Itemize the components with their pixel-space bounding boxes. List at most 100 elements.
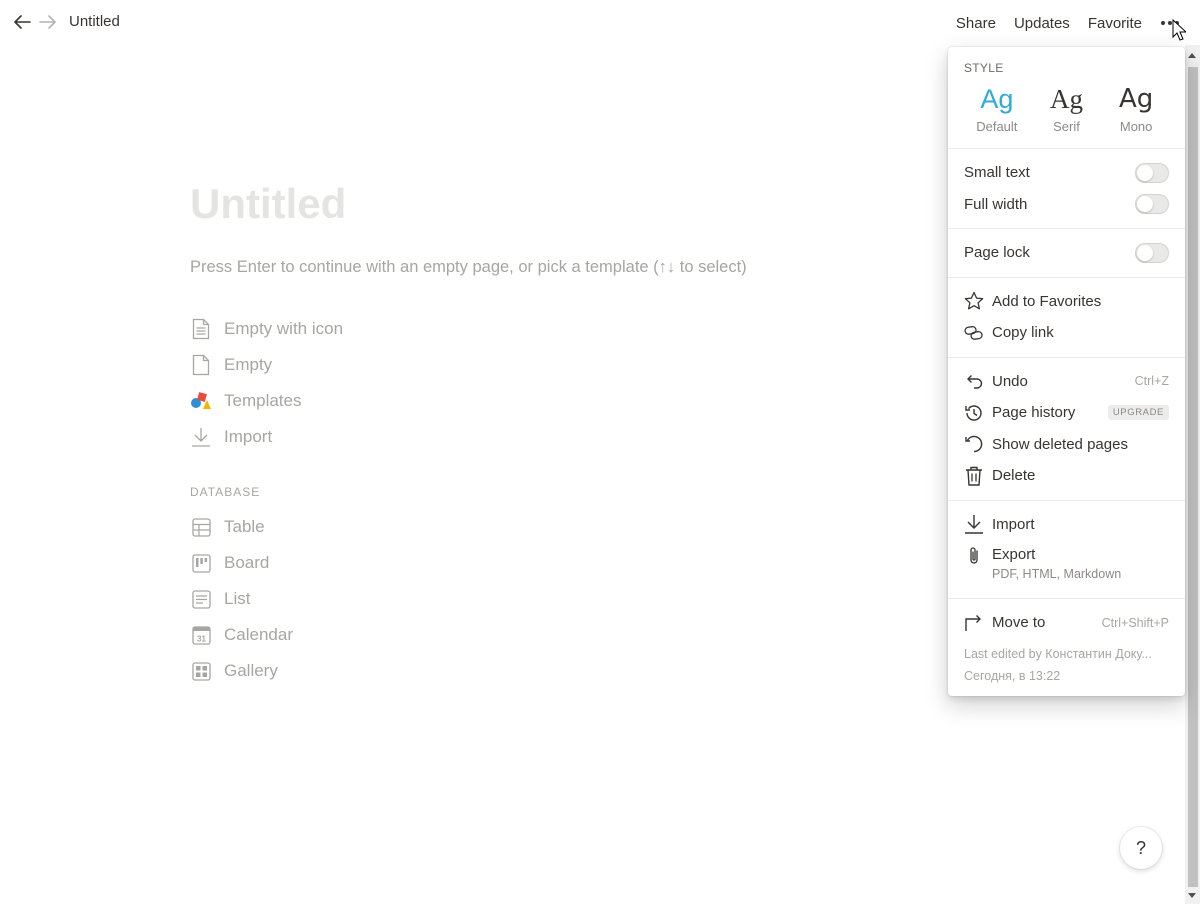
database-list-item[interactable]: List	[190, 581, 590, 617]
template-hint: Press Enter to continue with an empty pa…	[190, 258, 747, 276]
show-deleted-pages-item[interactable]: Show deleted pages	[948, 429, 1185, 461]
move-to-item[interactable]: Move to Ctrl+Shift+P	[948, 607, 1185, 639]
toggle-label: Full width	[964, 195, 1028, 213]
scroll-up-icon[interactable]	[1188, 53, 1196, 58]
mouse-cursor-icon	[1172, 18, 1188, 46]
database-calendar[interactable]: 31 Calendar	[190, 617, 590, 653]
lock-section: Page lock	[948, 229, 1185, 278]
database-gallery[interactable]: Gallery	[190, 653, 590, 689]
menu-item-label: Add to Favorites	[992, 292, 1102, 310]
database-label: Gallery	[224, 661, 278, 680]
page-with-text-icon	[190, 318, 212, 340]
style-section: STYLE Ag Default Ag Serif Ag Mono	[948, 47, 1185, 149]
breadcrumb[interactable]: Untitled	[69, 13, 120, 30]
template-label: Templates	[224, 391, 302, 410]
template-label: Empty	[224, 355, 273, 374]
database-table[interactable]: Table	[190, 509, 590, 545]
last-edited-by: Last edited by Константин Доку...	[964, 646, 1152, 661]
layout-toggles-section: Small text Full width	[948, 149, 1185, 229]
move-arrow-icon	[964, 613, 984, 633]
undo-item[interactable]: Undo Ctrl+Z	[948, 366, 1185, 398]
help-button[interactable]: ?	[1120, 827, 1162, 869]
table-icon	[190, 516, 212, 538]
page-history-item[interactable]: Page history UPGRADE	[948, 397, 1185, 429]
database-label: Calendar	[224, 625, 293, 644]
database-label: List	[224, 589, 251, 608]
template-import[interactable]: Import	[190, 419, 590, 455]
database-label: Board	[224, 553, 270, 572]
full-width-toggle[interactable]	[1135, 194, 1169, 215]
menu-item-label: Delete	[992, 467, 1036, 485]
page-title[interactable]: Untitled	[190, 180, 346, 228]
board-icon	[190, 552, 212, 574]
style-name: Serif	[1053, 119, 1080, 134]
style-default-option[interactable]: Ag Default	[967, 81, 1027, 134]
template-empty[interactable]: Empty	[190, 347, 590, 383]
forward-arrow-icon[interactable]	[38, 12, 58, 32]
top-actions: Share Updates Favorite	[938, 13, 1182, 33]
copy-link-item[interactable]: Copy link	[948, 317, 1185, 349]
menu-item-label: Page history	[992, 404, 1076, 422]
trash-icon	[964, 466, 984, 486]
scroll-down-icon[interactable]	[1188, 893, 1196, 898]
paperclip-icon	[964, 546, 984, 566]
back-arrow-icon[interactable]	[12, 12, 32, 32]
style-mono-option[interactable]: Ag Mono	[1106, 81, 1166, 134]
vertical-scrollbar[interactable]	[1185, 45, 1200, 904]
database-header: DATABASE	[190, 485, 261, 499]
template-list: Empty with icon Empty Templates Import	[190, 311, 590, 455]
style-glyph: Ag	[1118, 84, 1154, 114]
calendar-icon: 31	[190, 624, 212, 646]
gallery-icon	[190, 660, 212, 682]
restore-icon	[964, 434, 984, 454]
history-icon	[964, 403, 984, 423]
style-serif-option[interactable]: Ag Serif	[1036, 81, 1096, 134]
move-section: Move to Ctrl+Shift+P Last edited by Конс…	[948, 599, 1185, 687]
link-icon	[964, 323, 984, 343]
add-to-favorites-item[interactable]: Add to Favorites	[948, 286, 1185, 318]
database-board[interactable]: Board	[190, 545, 590, 581]
delete-item[interactable]: Delete	[948, 460, 1185, 492]
undo-icon	[964, 371, 984, 391]
style-name: Mono	[1119, 119, 1153, 134]
database-label: Table	[224, 517, 265, 536]
shapes-icon	[190, 390, 212, 412]
scrollbar-thumb[interactable]	[1188, 67, 1198, 887]
last-edited-info: Last edited by Константин Доку... Сегодн…	[948, 639, 1185, 687]
topbar: Untitled Share Updates Favorite	[0, 0, 1200, 45]
updates-button[interactable]: Updates	[1014, 15, 1070, 32]
database-list: Table Board List 31 Calendar Gallery	[190, 509, 590, 689]
template-label: Empty with icon	[224, 319, 344, 338]
template-label: Import	[224, 427, 273, 446]
export-item[interactable]: Export PDF, HTML, Markdown	[948, 540, 1185, 590]
blank-page-icon	[190, 354, 212, 376]
toggle-label: Page lock	[964, 244, 1030, 262]
template-templates[interactable]: Templates	[190, 383, 590, 419]
favorite-button[interactable]: Favorite	[1088, 15, 1142, 32]
export-formats: PDF, HTML, Markdown	[992, 567, 1122, 581]
page-options-menu: STYLE Ag Default Ag Serif Ag Mono Small …	[948, 47, 1185, 696]
small-text-toggle-row[interactable]: Small text	[948, 157, 1185, 189]
menu-item-label: Undo	[992, 372, 1028, 390]
toggle-label: Small text	[964, 164, 1030, 182]
undo-shortcut: Ctrl+Z	[1134, 374, 1169, 389]
share-button[interactable]: Share	[956, 15, 996, 32]
small-text-toggle[interactable]	[1135, 162, 1169, 183]
style-name: Default	[976, 119, 1018, 134]
full-width-toggle-row[interactable]: Full width	[948, 189, 1185, 221]
menu-item-label: Show deleted pages	[992, 435, 1128, 453]
style-options: Ag Default Ag Serif Ag Mono	[948, 75, 1185, 148]
favorites-section: Add to Favorites Copy link	[948, 278, 1185, 358]
edit-section: Undo Ctrl+Z Page history UPGRADE Show de…	[948, 358, 1185, 501]
page-lock-toggle-row[interactable]: Page lock	[948, 237, 1185, 269]
list-icon	[190, 588, 212, 610]
calendar-icon-text: 31	[197, 634, 206, 643]
style-glyph: Ag	[1049, 84, 1083, 114]
move-to-shortcut: Ctrl+Shift+P	[1101, 615, 1169, 630]
download-icon	[964, 514, 984, 534]
import-item[interactable]: Import	[948, 509, 1185, 541]
menu-item-label: Import	[992, 515, 1035, 533]
page-lock-toggle[interactable]	[1135, 242, 1169, 263]
style-glyph: Ag	[980, 84, 1014, 114]
template-empty-with-icon[interactable]: Empty with icon	[190, 311, 590, 347]
